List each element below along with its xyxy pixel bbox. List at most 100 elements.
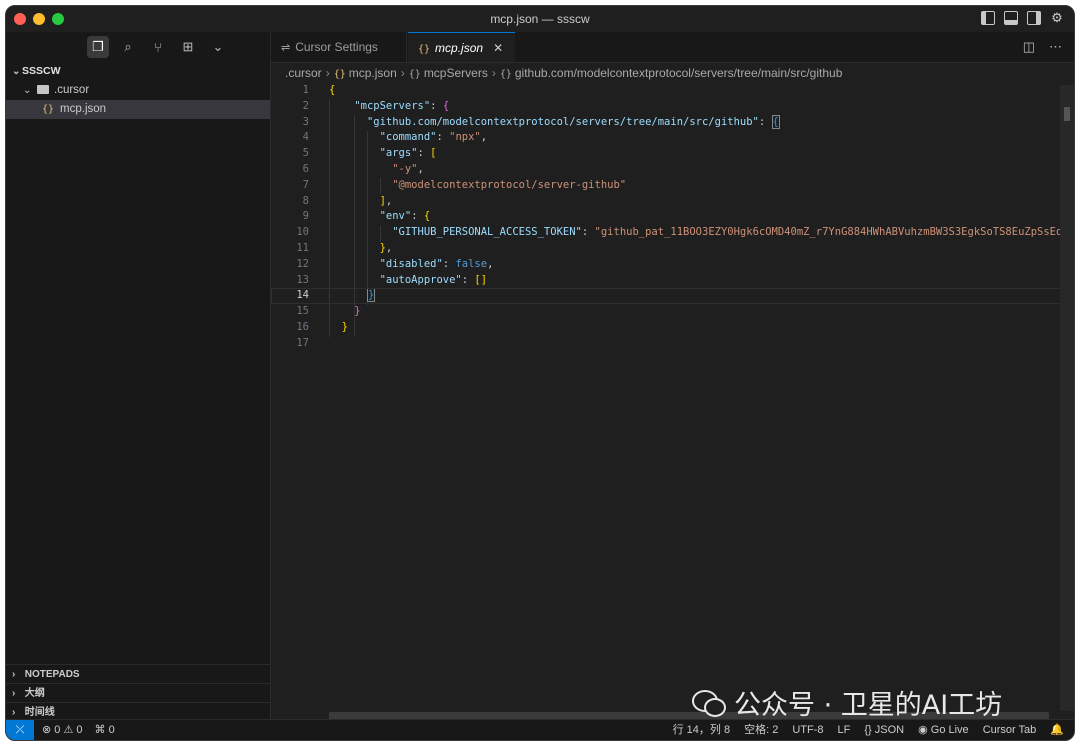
toggle-panel-icon[interactable]	[1004, 11, 1018, 25]
workspace-root-label: SSSCW	[22, 65, 61, 77]
sidebar-view-tabs: ❐ ⌕ ⑂ ⊞ ⌄	[6, 32, 270, 62]
code-token: "@modelcontextprotocol/server-github"	[392, 178, 627, 191]
editor-actions: ◫ ⋯	[1023, 39, 1062, 55]
tab-mcp-json[interactable]: {} mcp.json ✕	[408, 32, 515, 62]
code-line[interactable]: "github.com/modelcontextprotocol/servers…	[329, 114, 1064, 131]
breadcrumb-folder[interactable]: .cursor	[285, 66, 322, 80]
code-line[interactable]	[329, 336, 1064, 352]
extensions-icon[interactable]: ⊞	[177, 36, 199, 58]
breadcrumb-symbol-mcpservers[interactable]: mcpServers	[424, 66, 488, 80]
code-line[interactable]: {	[329, 83, 1064, 99]
cursor-tab-status[interactable]: Cursor Tab	[983, 720, 1037, 740]
error-count: 0	[54, 724, 61, 736]
code-token: ,	[385, 194, 393, 207]
code-line[interactable]: "GITHUB_PERSONAL_ACCESS_TOKEN": "github_…	[329, 225, 1068, 241]
code-token: "GITHUB_PERSONAL_ACCESS_TOKEN"	[392, 226, 582, 239]
code-line[interactable]: }	[329, 320, 1064, 336]
json-file-icon: {}	[333, 69, 346, 80]
line-number: 12	[296, 257, 309, 270]
code-line[interactable]: }	[329, 304, 1064, 320]
encoding[interactable]: UTF-8	[792, 720, 823, 740]
cursor-position[interactable]: 行 14，列 8	[673, 720, 730, 740]
section-notepads[interactable]: › NOTEPADS	[6, 664, 270, 683]
code-token: [	[430, 147, 437, 160]
code-token: "command"	[379, 131, 437, 144]
code-token: ,	[417, 162, 424, 175]
ports-indicator[interactable]: ⌘ 0	[95, 720, 115, 740]
search-icon[interactable]: ⌕	[117, 36, 139, 58]
tree-folder-cursor[interactable]: ⌄ .cursor	[6, 81, 270, 100]
split-editor-icon[interactable]: ◫	[1023, 39, 1035, 55]
scrollbar-thumb[interactable]	[1064, 107, 1070, 121]
end-of-line[interactable]: LF	[837, 720, 850, 740]
language-mode[interactable]: {} JSON	[864, 720, 904, 740]
language-label: JSON	[874, 724, 905, 736]
code-line[interactable]: "@modelcontextprotocol/server-github"	[329, 178, 1064, 194]
code-line[interactable]: ],	[329, 194, 1064, 210]
line-number: 2	[302, 99, 309, 112]
watermark-text: 公众号 · 卫星的AI工坊	[734, 689, 1003, 721]
wechat-logo-icon	[692, 688, 726, 717]
toggle-secondary-sidebar-icon[interactable]	[1027, 11, 1041, 25]
code-content[interactable]: { "mcpServers": { "github.com/modelconte…	[271, 83, 1074, 352]
code-token: ,	[487, 257, 494, 270]
problems-indicator[interactable]: ⊗ 0 ⚠ 0	[42, 720, 83, 740]
code-token: "disabled"	[379, 257, 443, 270]
more-actions-icon[interactable]: ⋯	[1049, 39, 1062, 55]
line-number: 5	[302, 147, 309, 160]
code-line[interactable]: "env": {	[329, 209, 1064, 225]
line-number: 1	[302, 84, 309, 96]
json-file-icon: {}	[42, 104, 55, 115]
broadcast-icon: ⌘	[94, 724, 106, 736]
go-live-button[interactable]: ◉ Go Live	[918, 720, 969, 740]
section-label: NOTEPADS	[24, 669, 80, 680]
tree-file-mcp-json[interactable]: {} mcp.json	[6, 100, 270, 119]
chevron-right-icon: ›	[12, 688, 16, 699]
code-line[interactable]: "mcpServers": {	[329, 99, 1064, 115]
tab-cursor-settings[interactable]: ⇌ Cursor Settings	[271, 32, 407, 62]
code-line[interactable]: "disabled": false,	[329, 257, 1064, 273]
code-token: "args"	[379, 147, 418, 160]
code-token: false	[455, 257, 488, 270]
vertical-scrollbar[interactable]	[1060, 85, 1074, 711]
source-control-icon[interactable]: ⑂	[147, 36, 169, 58]
workspace-root[interactable]: ⌄ SSSCW	[6, 62, 270, 81]
line-number: 6	[302, 162, 309, 175]
title-bar: mcp.json — ssscw ⚙	[6, 6, 1074, 33]
breadcrumb-symbol-github[interactable]: github.com/modelcontextprotocol/servers/…	[515, 66, 843, 80]
editor-tab-bar: ⇌ Cursor Settings {} mcp.json ✕ ◫ ⋯	[271, 32, 1074, 63]
code-editor[interactable]: 1 2 3 4 5 6 7 8 9 10 11 12 13 14 15 16 17 { "mcpServers"…	[271, 83, 1074, 722]
code-token: :	[436, 131, 450, 144]
code-token: :	[581, 226, 595, 239]
code-line[interactable]: "autoApprove": []	[329, 273, 1064, 289]
breadcrumb-file[interactable]: mcp.json	[349, 66, 397, 80]
chevron-down-icon[interactable]: ⌄	[207, 36, 229, 58]
indentation[interactable]: 空格: 2	[744, 720, 778, 740]
code-token: }	[366, 288, 376, 303]
code-line[interactable]: }	[271, 288, 1074, 304]
notifications-bell-icon[interactable]: 🔔	[1050, 720, 1064, 740]
gear-icon[interactable]: ⚙	[1050, 11, 1064, 25]
code-token: {	[771, 114, 780, 129]
json-file-icon: {}	[418, 44, 431, 55]
folder-open-icon	[37, 85, 49, 94]
breadcrumb: .cursor ›{} mcp.json ›{} mcpServers ›{} github…	[271, 63, 1074, 83]
tree-file-label: mcp.json	[60, 103, 107, 115]
close-icon[interactable]: ✕	[493, 41, 503, 55]
warning-icon: ⚠	[63, 724, 74, 736]
toggle-sidebar-icon[interactable]	[981, 11, 995, 25]
code-line[interactable]: "command": "npx",	[329, 130, 1064, 146]
status-right: 行 14，列 8 空格: 2 UTF-8 LF {} JSON ◉ Go Liv…	[673, 720, 1064, 740]
object-symbol-icon: {}	[408, 69, 421, 80]
section-outline[interactable]: › 大纲	[6, 683, 270, 702]
explorer-icon[interactable]: ❐	[87, 36, 109, 58]
code-line[interactable]: "args": [	[329, 146, 1064, 162]
code-line[interactable]: "-y",	[329, 162, 1064, 178]
code-line[interactable]: },	[329, 241, 1064, 257]
remote-indicator-icon[interactable]: ⤫	[6, 720, 34, 740]
code-token: }	[354, 305, 361, 318]
